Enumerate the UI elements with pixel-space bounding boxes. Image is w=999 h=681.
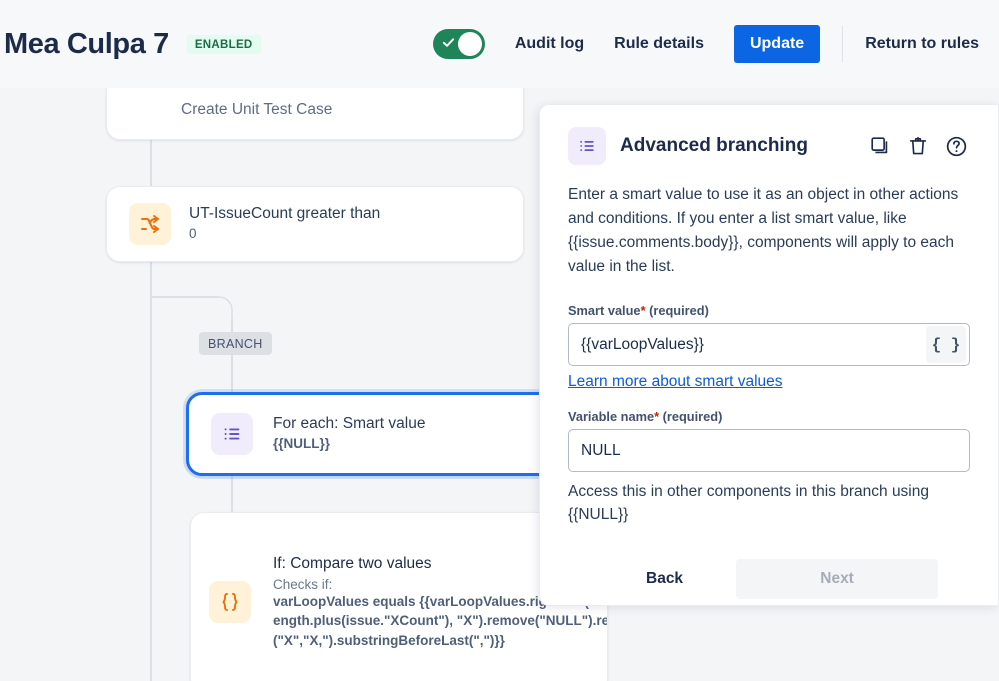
check-icon <box>442 36 455 49</box>
back-button[interactable]: Back <box>628 560 701 598</box>
node-body: Create Unit Test Case <box>181 100 332 121</box>
node-title: Create Unit Test Case <box>181 101 333 118</box>
variable-name-label: Variable name* (required) <box>568 409 970 424</box>
node-body: For each: Smart value {{NULL}} <box>273 414 425 453</box>
connector-trunk-1 <box>150 140 152 186</box>
smart-value-label: Smart value* (required) <box>568 303 970 318</box>
connector-trunk-2 <box>150 262 152 681</box>
connector-branch-corner <box>205 296 233 324</box>
page-title: Mea Culpa 7 <box>4 27 169 60</box>
required-text: (required) <box>662 409 723 425</box>
duplicate-icon[interactable] <box>866 132 894 160</box>
required-star: * <box>640 303 646 319</box>
advanced-branching-panel: Advanced branching Enter a smart value t… <box>539 104 999 606</box>
trash-icon[interactable] <box>904 132 932 160</box>
variable-name-field-wrap[interactable] <box>568 429 970 473</box>
smart-value-input[interactable] <box>569 324 926 366</box>
curly-braces-icon <box>209 581 251 623</box>
node-title: UT-IssueCount greater than <box>189 205 381 223</box>
node-subtitle: {{NULL}} <box>273 436 331 452</box>
variable-name-input[interactable] <box>569 430 969 472</box>
update-button[interactable]: Update <box>733 25 821 63</box>
rule-details-link[interactable]: Rule details <box>614 35 704 53</box>
insert-smart-value-button[interactable]: { } <box>926 326 966 364</box>
page-header: Mea Culpa 7 ENABLED Audit log Rule detai… <box>0 0 999 88</box>
node-subtitle: 0 <box>189 226 197 242</box>
rule-enabled-toggle[interactable] <box>432 29 485 59</box>
panel-actions: Back Next <box>568 558 970 599</box>
panel-description: Enter a smart value to use it as an obje… <box>568 186 959 276</box>
panel-title: Advanced branching <box>620 135 808 156</box>
return-to-rules-link[interactable]: Return to rules <box>865 35 979 53</box>
status-badge: ENABLED <box>186 34 261 54</box>
required-text: (required) <box>649 303 709 319</box>
audit-log-link[interactable]: Audit log <box>515 35 584 53</box>
branch-label: BRANCH <box>199 332 272 355</box>
smart-value-field-wrap[interactable]: { } <box>568 323 970 367</box>
variable-access-help: Access this in other components in this … <box>568 483 929 524</box>
node-ut-issuecount-condition[interactable]: UT-IssueCount greater than 0 <box>106 186 524 262</box>
smart-value-label-text: Smart value <box>568 303 641 319</box>
list-icon <box>211 413 253 455</box>
node-body: UT-IssueCount greater than 0 <box>189 204 380 243</box>
toggle-knob <box>457 32 482 56</box>
header-divider <box>842 26 844 62</box>
shuffle-branch-icon <box>129 203 171 245</box>
help-icon[interactable] <box>942 132 970 160</box>
node-title: For each: Smart value <box>273 415 426 433</box>
panel-header: Advanced branching <box>568 127 970 165</box>
next-button: Next <box>736 558 939 599</box>
learn-more-smart-values-link[interactable]: Learn more about smart values <box>568 373 783 391</box>
variable-name-label-text: Variable name <box>568 409 655 425</box>
required-star: * <box>654 409 660 425</box>
list-icon <box>568 127 606 165</box>
node-create-unit-test-case[interactable]: Create Unit Test Case <box>106 88 524 140</box>
